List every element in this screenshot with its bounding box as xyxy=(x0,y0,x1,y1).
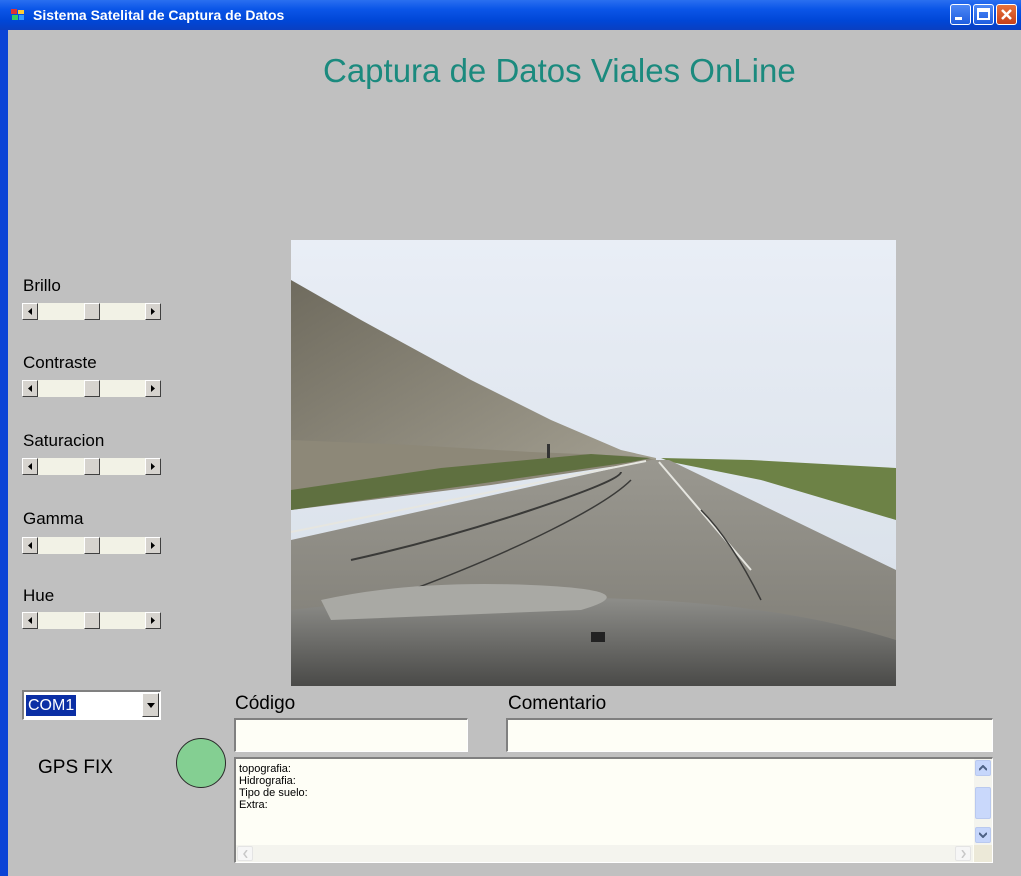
scroll-left-button[interactable] xyxy=(22,303,38,320)
close-button[interactable] xyxy=(996,4,1017,25)
details-textarea[interactable]: topografia: Hidrografia: Tipo de suelo: … xyxy=(234,757,993,863)
maximize-button[interactable] xyxy=(973,4,994,25)
scroll-up-button[interactable] xyxy=(975,760,991,776)
scroll-right-button[interactable] xyxy=(145,380,161,397)
scroll-corner xyxy=(974,845,992,862)
scroll-right-button[interactable] xyxy=(145,537,161,554)
chevron-right-icon xyxy=(961,850,966,858)
maximize-icon xyxy=(977,8,990,20)
horizontal-scrollbar[interactable] xyxy=(236,845,973,862)
window-title: Sistema Satelital de Captura de Datos xyxy=(33,7,285,23)
hue-label: Hue xyxy=(23,586,55,605)
scroll-left-button[interactable] xyxy=(22,612,38,629)
memo-line: Hidrografia: xyxy=(239,775,296,787)
slider-thumb[interactable] xyxy=(84,458,100,475)
camera-preview xyxy=(291,240,896,686)
chevron-left-icon xyxy=(243,850,248,858)
dropdown-button[interactable] xyxy=(142,693,159,717)
window-frame xyxy=(0,0,8,876)
arrow-right-icon xyxy=(151,617,155,624)
codigo-label: Código xyxy=(235,693,296,714)
arrow-left-icon xyxy=(28,463,32,470)
gamma-slider[interactable] xyxy=(22,537,161,554)
close-icon xyxy=(1001,9,1012,20)
scroll-left-button[interactable] xyxy=(22,380,38,397)
com-port-value: COM1 xyxy=(26,695,77,716)
gps-status-indicator xyxy=(176,738,226,788)
codigo-input[interactable] xyxy=(234,718,468,752)
arrow-left-icon xyxy=(28,308,32,315)
slider-thumb[interactable] xyxy=(84,537,100,554)
scroll-left-button[interactable] xyxy=(22,537,38,554)
scroll-left-button[interactable] xyxy=(237,846,253,861)
scroll-right-button[interactable] xyxy=(145,303,161,320)
arrow-right-icon xyxy=(151,385,155,392)
chevron-down-icon xyxy=(147,703,155,708)
minimize-icon xyxy=(955,17,962,20)
gamma-label: Gamma xyxy=(23,509,84,528)
arrow-left-icon xyxy=(28,617,32,624)
gps-fix-label: GPS FIX xyxy=(38,757,113,778)
contraste-slider[interactable] xyxy=(22,380,161,397)
saturacion-label: Saturacion xyxy=(23,431,105,450)
scroll-thumb[interactable] xyxy=(975,787,991,819)
arrow-left-icon xyxy=(28,542,32,549)
memo-line: Tipo de suelo: xyxy=(239,787,308,799)
comentario-input[interactable] xyxy=(506,718,993,752)
memo-line: Extra: xyxy=(239,799,268,811)
app-icon xyxy=(11,9,24,20)
title-bar[interactable]: Sistema Satelital de Captura de Datos xyxy=(0,0,1021,30)
slider-thumb[interactable] xyxy=(84,303,100,320)
arrow-right-icon xyxy=(151,308,155,315)
brillo-label: Brillo xyxy=(23,276,61,295)
app-window: Sistema Satelital de Captura de Datos Ca… xyxy=(0,0,1021,876)
scroll-right-button[interactable] xyxy=(145,458,161,475)
hue-slider[interactable] xyxy=(22,612,161,629)
scroll-down-button[interactable] xyxy=(975,827,991,843)
scroll-right-button[interactable] xyxy=(955,846,971,861)
arrow-right-icon xyxy=(151,542,155,549)
contraste-label: Contraste xyxy=(23,353,97,372)
slider-thumb[interactable] xyxy=(84,380,100,397)
brillo-slider[interactable] xyxy=(22,303,161,320)
slider-thumb[interactable] xyxy=(84,612,100,629)
minimize-button[interactable] xyxy=(950,4,971,25)
scroll-left-button[interactable] xyxy=(22,458,38,475)
chevron-down-icon xyxy=(979,832,987,838)
scroll-right-button[interactable] xyxy=(145,612,161,629)
arrow-right-icon xyxy=(151,463,155,470)
vertical-scrollbar[interactable] xyxy=(974,759,992,845)
app-title: Captura de Datos Viales OnLine xyxy=(323,52,796,89)
memo-line: topografia: xyxy=(239,763,291,775)
saturacion-slider[interactable] xyxy=(22,458,161,475)
arrow-left-icon xyxy=(28,385,32,392)
comentario-label: Comentario xyxy=(508,693,607,714)
chevron-up-icon xyxy=(979,765,987,771)
com-port-select[interactable]: COM1 xyxy=(22,690,161,720)
